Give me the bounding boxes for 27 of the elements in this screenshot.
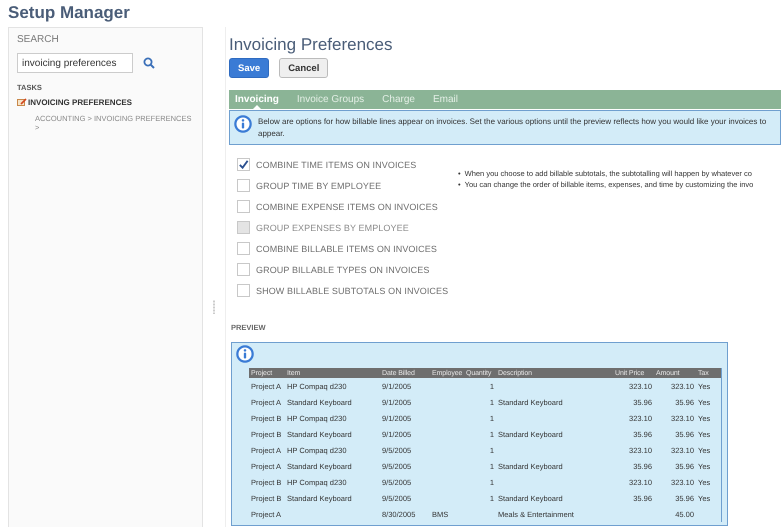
task-link[interactable]: INVOICING PREFERENCES [28, 98, 132, 107]
info-icon [234, 115, 252, 133]
save-button[interactable]: Save [229, 58, 270, 78]
info-icon [236, 345, 254, 363]
splitter-handle[interactable] [213, 300, 215, 314]
checkbox-label: COMBINE EXPENSE ITEMS ON INVOICES [256, 202, 438, 212]
search-icon[interactable] [143, 57, 155, 69]
task-icon [17, 98, 27, 107]
checkbox[interactable] [237, 179, 250, 192]
search-field[interactable]: invoicing preferences [17, 53, 133, 73]
cancel-button[interactable]: Cancel [279, 58, 328, 78]
checkbox-label: SHOW BILLABLE SUBTOTALS ON INVOICES [256, 286, 448, 296]
checkbox[interactable] [237, 158, 250, 171]
info-text: Below are options for how billable lines appear on invoices. Set the various options until the preview reflects how you would like your invoices to appear. [258, 116, 768, 140]
checkbox-label: COMBINE BILLABLE ITEMS ON INVOICES [256, 244, 437, 254]
checkbox[interactable] [237, 242, 250, 255]
checkbox-label: GROUP TIME BY EMPLOYEE [256, 180, 382, 190]
search-label: SEARCH [17, 34, 60, 45]
checkbox[interactable] [237, 263, 250, 276]
checkbox-label: GROUP BILLABLE TYPES ON INVOICES [256, 264, 430, 274]
tab[interactable]: Invoicing [235, 90, 279, 109]
checkbox-label: GROUP EXPENSES BY EMPLOYEE [256, 222, 409, 232]
checkbox[interactable] [237, 284, 250, 297]
app-title: Setup Manager [7, 2, 131, 24]
page-heading: Invoicing Preferences [229, 35, 394, 55]
checkbox[interactable] [237, 200, 250, 213]
checkbox-label: COMBINE TIME ITEMS ON INVOICES [256, 160, 416, 170]
